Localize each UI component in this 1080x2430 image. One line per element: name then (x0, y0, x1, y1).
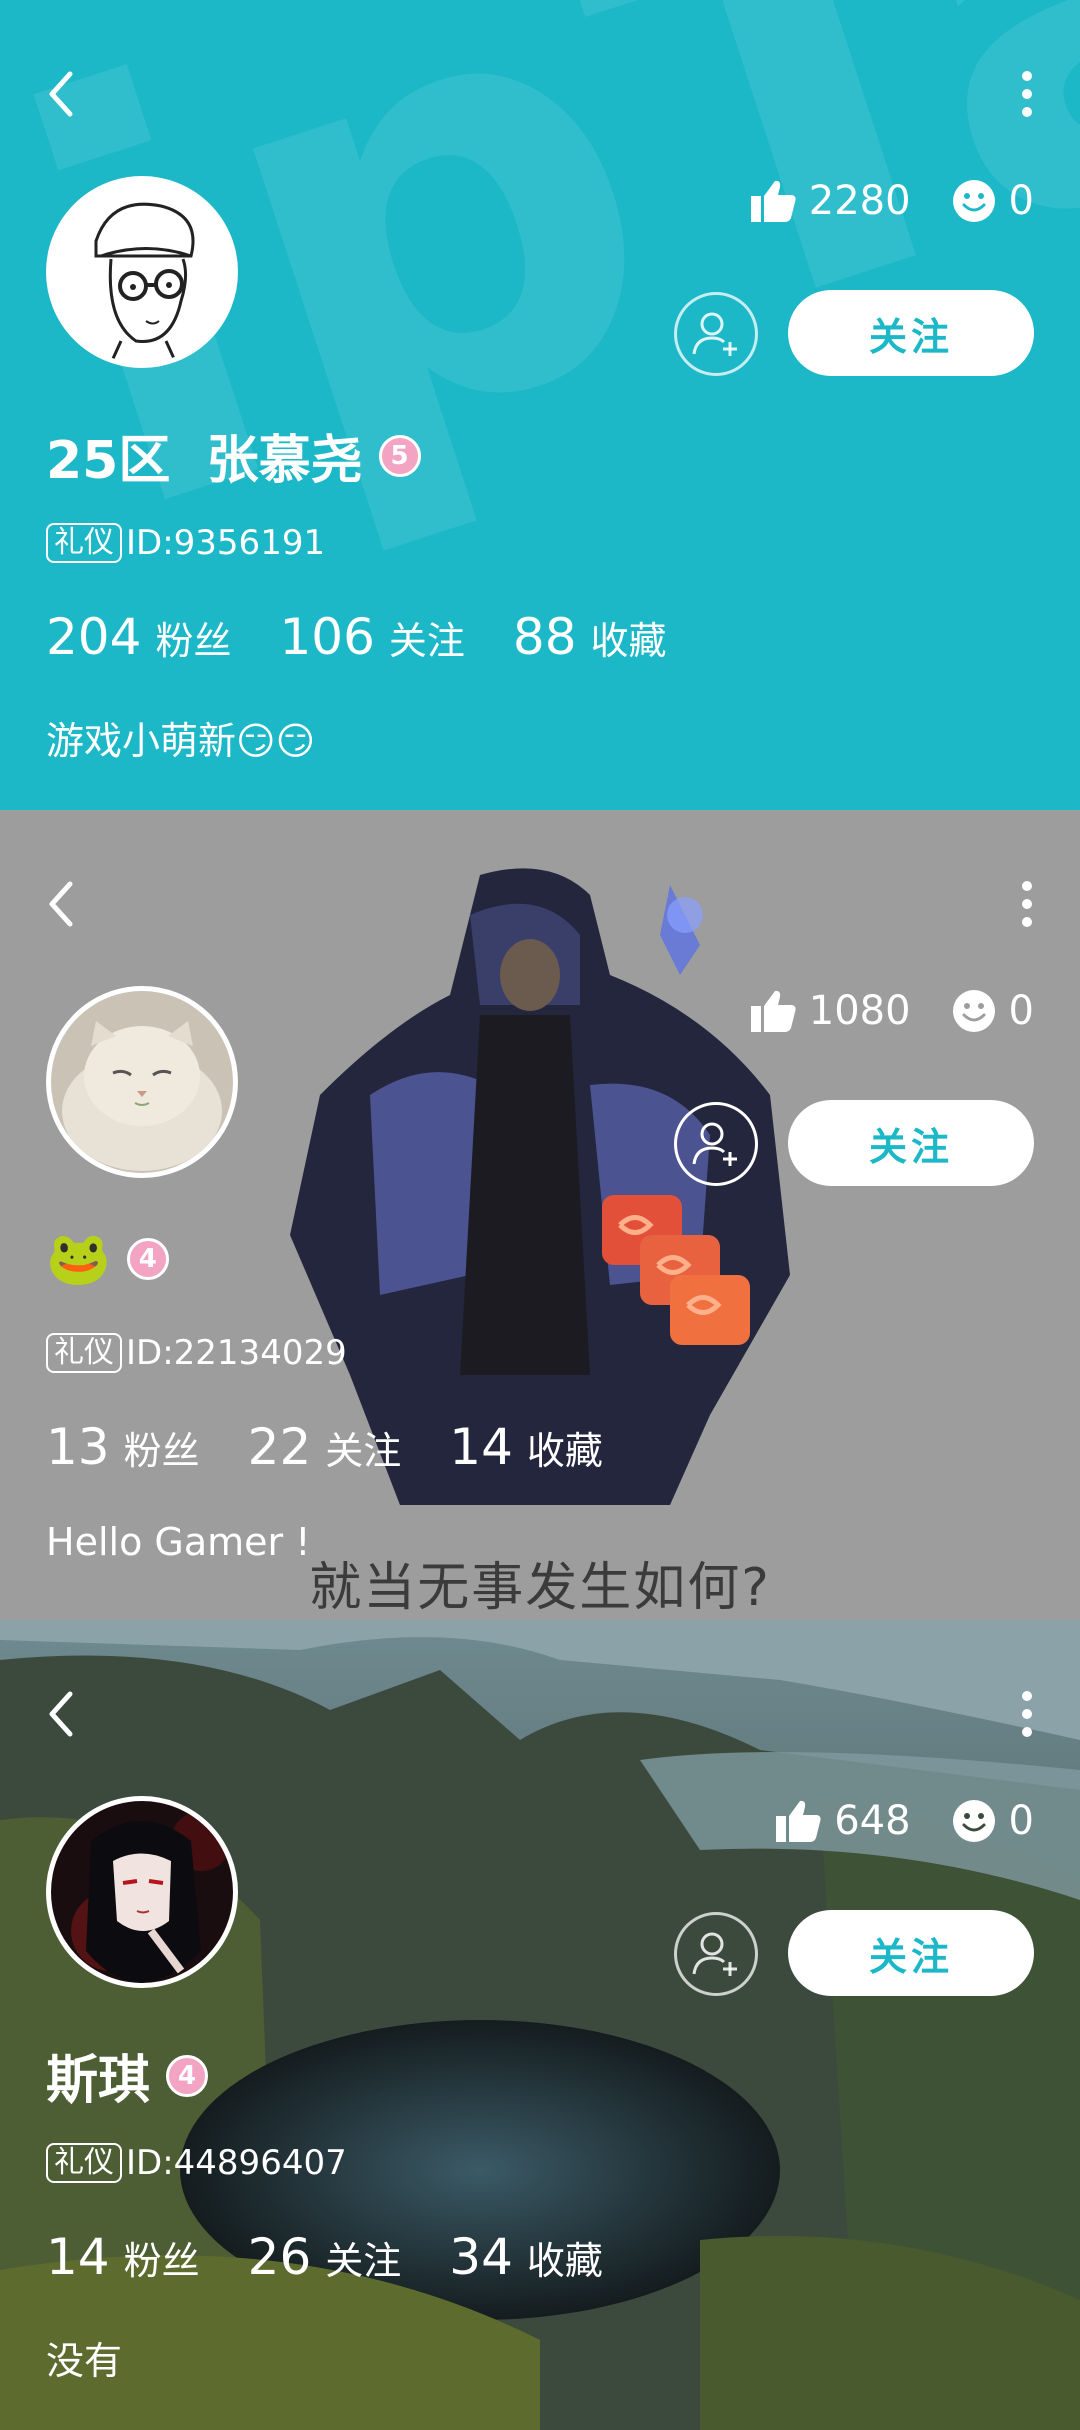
back-button[interactable] (40, 62, 90, 122)
reaction-stats: 648 0 (774, 1798, 1034, 1844)
etiquette-tag: 礼仪 (46, 2143, 122, 2183)
favorites-label[interactable]: 收藏 (527, 1420, 603, 1475)
user-id-row: 礼仪 ID:44896407 (46, 2143, 347, 2183)
user-name-row: 25区 张慕尧 5 (46, 418, 421, 493)
more-vertical-icon (1022, 71, 1032, 117)
back-button[interactable] (40, 1682, 90, 1742)
favorites-label[interactable]: 收藏 (591, 610, 667, 665)
user-bio: Hello Gamer ! (46, 1520, 311, 1564)
sketch-avatar-image (51, 181, 233, 363)
more-button[interactable] (1002, 872, 1052, 932)
avatar[interactable] (46, 986, 238, 1178)
level-badge: 5 (378, 434, 421, 477)
level-badge: 4 (166, 2054, 209, 2097)
favorites-label[interactable]: 收藏 (527, 2230, 603, 2285)
user-id-row: 礼仪 ID:9356191 (46, 523, 325, 563)
follow-button[interactable]: 关注 (788, 1100, 1034, 1186)
smiles-stat[interactable]: 0 (951, 1798, 1034, 1844)
favorites-count[interactable]: 14 (449, 1418, 513, 1476)
likes-stat[interactable]: 1080 (749, 988, 911, 1034)
follow-button[interactable]: 关注 (788, 290, 1034, 376)
anime-avatar-image (51, 1801, 233, 1983)
smiles-count: 0 (1008, 1798, 1034, 1844)
fans-label[interactable]: 粉丝 (124, 2230, 200, 2285)
more-vertical-icon (1022, 1691, 1032, 1737)
add-friend-icon (692, 1932, 737, 1976)
fans-label[interactable]: 粉丝 (155, 610, 231, 665)
thumbs-up-icon (750, 180, 796, 222)
likes-stat[interactable]: 648 (774, 1798, 911, 1844)
chevron-left-icon (49, 1691, 73, 1737)
more-button[interactable] (1002, 1682, 1052, 1742)
fans-count[interactable]: 204 (46, 608, 141, 666)
smiles-stat[interactable]: 0 (951, 178, 1034, 224)
user-name: 斯琪 (46, 2051, 151, 2111)
chevron-left-icon (49, 881, 73, 927)
user-id: ID:22134029 (126, 1333, 347, 1373)
user-bio: 游戏小萌新😏😏 (46, 719, 316, 763)
user-name-row: 🐸 4 (46, 1228, 169, 1289)
following-count[interactable]: 26 (248, 2228, 312, 2286)
likes-count: 1080 (808, 988, 911, 1034)
smiles-count: 0 (1008, 178, 1034, 224)
user-name-row: 斯琪 4 (46, 2038, 209, 2113)
fans-count[interactable]: 13 (46, 1418, 110, 1476)
smiles-count: 0 (1008, 988, 1034, 1034)
likes-count: 648 (834, 1798, 911, 1844)
add-friend-button[interactable] (674, 1912, 758, 1996)
profile-panel-2: 就当无事发生如何? 1080 0 关注 🐸 4 礼仪 ID:22134029 1… (0, 810, 1080, 1620)
avatar[interactable] (46, 1796, 238, 1988)
back-button[interactable] (40, 872, 90, 932)
follow-stats: 204 粉丝 106 关注 88 收藏 (46, 608, 715, 666)
fans-label[interactable]: 粉丝 (124, 1420, 200, 1475)
add-friend-icon (692, 312, 737, 356)
smiley-icon (952, 180, 995, 222)
reaction-stats: 1080 0 (749, 988, 1034, 1034)
follow-button[interactable]: 关注 (788, 1910, 1034, 1996)
favorites-count[interactable]: 34 (449, 2228, 513, 2286)
user-name: 25区 张慕尧 (46, 431, 363, 491)
etiquette-tag: 礼仪 (46, 523, 122, 563)
fans-count[interactable]: 14 (46, 2228, 110, 2286)
reaction-stats: 2280 0 (749, 178, 1034, 224)
thumbs-up-icon (750, 990, 796, 1032)
following-label[interactable]: 关注 (389, 610, 465, 665)
smiles-stat[interactable]: 0 (951, 988, 1034, 1034)
thumbs-up-icon (776, 1800, 821, 1842)
following-count[interactable]: 106 (279, 608, 374, 666)
user-id: ID:44896407 (126, 2143, 347, 2183)
likes-count: 2280 (808, 178, 911, 224)
background-fjord-image (0, 1620, 1080, 2430)
chevron-left-icon (49, 71, 73, 117)
add-friend-button[interactable] (674, 1102, 758, 1186)
add-friend-icon (692, 1122, 737, 1166)
profile-panel-3: 648 0 关注 斯琪 4 礼仪 ID:44896407 14 粉丝 26 关注 3… (0, 1620, 1080, 2430)
etiquette-tag: 礼仪 (46, 1333, 122, 1373)
following-count[interactable]: 22 (248, 1418, 312, 1476)
more-button[interactable] (1002, 62, 1052, 122)
user-id-row: 礼仪 ID:22134029 (46, 1333, 347, 1373)
avatar[interactable] (46, 176, 238, 368)
following-label[interactable]: 关注 (325, 1420, 401, 1475)
follow-stats: 14 粉丝 26 关注 34 收藏 (46, 2228, 651, 2286)
likes-stat[interactable]: 2280 (749, 178, 911, 224)
user-name: 🐸 (46, 1229, 111, 1289)
cat-avatar-image (51, 991, 233, 1173)
more-vertical-icon (1022, 881, 1032, 927)
smiley-icon (952, 1800, 995, 1842)
user-id: ID:9356191 (126, 523, 326, 563)
favorites-count[interactable]: 88 (513, 608, 577, 666)
smiley-icon (952, 990, 995, 1032)
follow-stats: 13 粉丝 22 关注 14 收藏 (46, 1418, 651, 1476)
add-friend-button[interactable] (674, 292, 758, 376)
level-badge: 4 (126, 1237, 169, 1280)
profile-panel-1: ipTa 2280 0 关注 25区 张慕尧 5 礼仪 ID:9356191 2… (0, 0, 1080, 810)
user-bio: 没有 (46, 2339, 123, 2383)
following-label[interactable]: 关注 (325, 2230, 401, 2285)
